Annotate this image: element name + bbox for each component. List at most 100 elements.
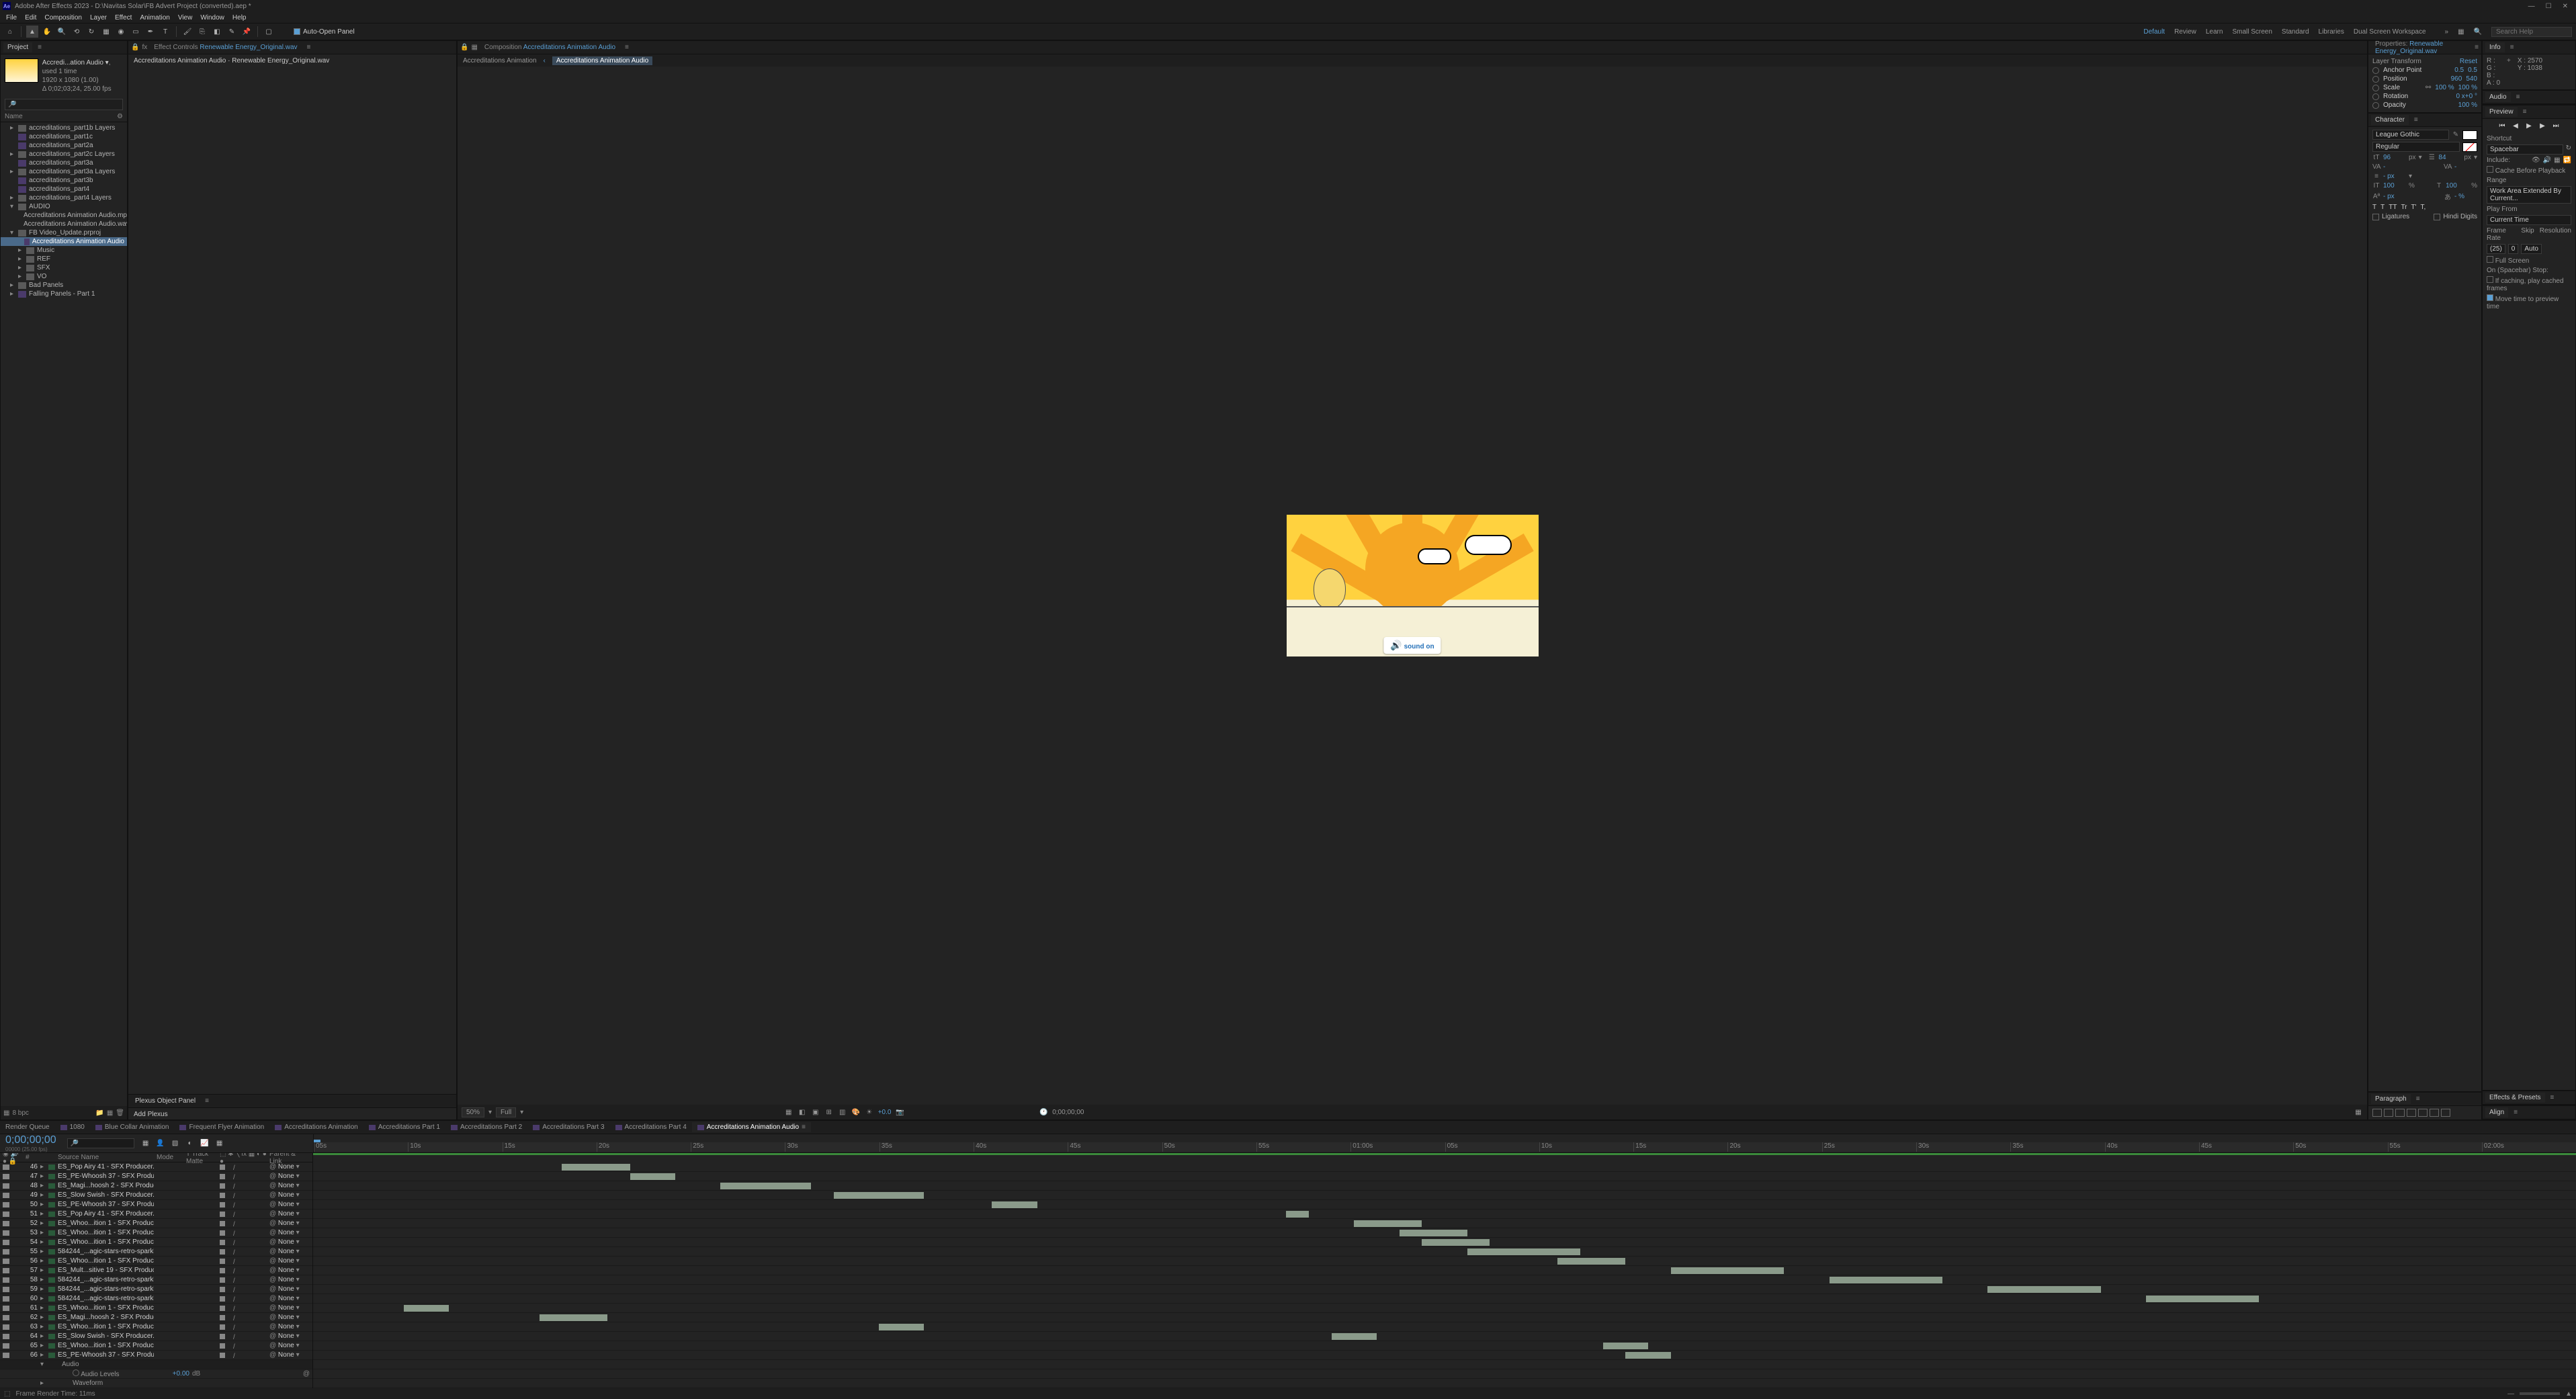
justify-left-icon[interactable] bbox=[2407, 1109, 2416, 1117]
text-transform-button[interactable]: Tr bbox=[2401, 204, 2407, 211]
project-item[interactable]: ▸REF bbox=[1, 255, 127, 263]
workspace-default[interactable]: Default bbox=[2143, 28, 2165, 36]
layer-property-row[interactable]: Audio Levels+0.00 dB@ bbox=[0, 1369, 312, 1379]
timeline-clip[interactable] bbox=[2146, 1296, 2259, 1302]
play-button[interactable]: ▶ bbox=[2524, 122, 2534, 130]
layer-row[interactable]: 46▸ES_Pop Airy 41 - SFX Producer.mp3/@ N… bbox=[0, 1162, 312, 1172]
menu-window[interactable]: Window bbox=[197, 14, 228, 22]
shortcut-dropdown[interactable]: Spacebar bbox=[2487, 144, 2563, 155]
composition-tab[interactable]: Composition Accreditations Animation Aud… bbox=[480, 42, 619, 52]
project-search[interactable] bbox=[5, 99, 123, 110]
audio-toggle-icon[interactable] bbox=[3, 1249, 9, 1255]
viewer-body[interactable]: 🔊 sound on bbox=[458, 67, 2367, 1105]
project-item[interactable]: ▾FB Video_Update.prproj bbox=[1, 228, 127, 237]
project-item[interactable]: accreditations_part3a bbox=[1, 159, 127, 167]
menu-layer[interactable]: Layer bbox=[87, 14, 110, 22]
audio-toggle-icon[interactable] bbox=[3, 1202, 9, 1207]
motion-blur-icon[interactable]: ◐ bbox=[184, 1138, 196, 1150]
menu-view[interactable]: View bbox=[175, 14, 196, 22]
current-time[interactable]: 0;00;00;00 bbox=[1052, 1109, 1084, 1116]
audio-toggle-icon[interactable] bbox=[3, 1353, 9, 1358]
timeline-clip[interactable] bbox=[879, 1324, 924, 1330]
3d-view-icon[interactable]: ▦ bbox=[2354, 1107, 2363, 1117]
puppet-tool[interactable]: 📌 bbox=[241, 26, 253, 38]
timeline-tab[interactable]: Accreditations Part 3 bbox=[527, 1122, 609, 1132]
project-item[interactable]: ▸accreditations_part3a Layers bbox=[1, 167, 127, 176]
project-item[interactable]: ▸accreditations_part4 Layers bbox=[1, 194, 127, 202]
audio-toggle-icon[interactable] bbox=[3, 1343, 9, 1349]
timeline-clip[interactable] bbox=[1422, 1239, 1490, 1246]
menu-file[interactable]: File bbox=[3, 14, 20, 22]
timeline-tab[interactable]: Accreditations Part 2 bbox=[445, 1122, 527, 1132]
audio-toggle-icon[interactable] bbox=[3, 1306, 9, 1311]
comp-thumbnail[interactable] bbox=[5, 58, 38, 83]
clone-tool[interactable]: ⎘ bbox=[196, 26, 208, 38]
layer-row[interactable]: 66▸ES_PE-Whoosh 37 - SFX Producer.mp3/@ … bbox=[0, 1351, 312, 1360]
layer-row[interactable]: 56▸ES_Whoo...ition 1 - SFX Producer.mp3/… bbox=[0, 1257, 312, 1266]
info-tab[interactable]: Info bbox=[2485, 42, 2505, 52]
project-item[interactable]: ▸SFX bbox=[1, 263, 127, 272]
align-left-icon[interactable] bbox=[2372, 1109, 2382, 1117]
menu-help[interactable]: Help bbox=[229, 14, 250, 22]
audio-toggle-icon[interactable] bbox=[3, 1315, 9, 1320]
layer-row[interactable]: 49▸ES_Slow Swish - SFX Producer.mp3/@ No… bbox=[0, 1191, 312, 1200]
graph-editor-icon[interactable]: 📈 bbox=[199, 1138, 211, 1150]
paragraph-tab[interactable]: Paragraph bbox=[2371, 1094, 2411, 1104]
trash-icon[interactable]: 🗑 bbox=[116, 1109, 124, 1117]
lock-icon[interactable]: 🔒 bbox=[460, 44, 468, 51]
layer-property-row[interactable]: ▾Audio bbox=[0, 1360, 312, 1369]
audio-toggle-icon[interactable] bbox=[3, 1221, 9, 1226]
audio-tab[interactable]: Audio bbox=[2485, 92, 2511, 102]
exposure-value[interactable]: +0.0 bbox=[878, 1109, 892, 1116]
minimize-button[interactable]: — bbox=[2528, 3, 2535, 10]
include-audio-icon[interactable]: 🔊 bbox=[2543, 157, 2551, 164]
new-folder-icon[interactable]: 📁 bbox=[95, 1109, 103, 1117]
timeline-tab[interactable]: Frequent Flyer Animation bbox=[174, 1122, 269, 1132]
timeline-clip[interactable] bbox=[404, 1305, 449, 1312]
timeline-tab[interactable]: Accreditations Part 4 bbox=[610, 1122, 692, 1132]
timeline-clip[interactable] bbox=[540, 1314, 607, 1321]
zoom-tool[interactable]: 🔍 bbox=[56, 26, 68, 38]
rotate-tool[interactable]: ↻ bbox=[85, 26, 97, 38]
project-item[interactable]: ▸Music bbox=[1, 246, 127, 255]
project-item[interactable]: ▸Bad Panels bbox=[1, 281, 127, 290]
layer-row[interactable]: 47▸ES_PE-Whoosh 37 - SFX Producer.mp3/@ … bbox=[0, 1172, 312, 1181]
audio-toggle-icon[interactable] bbox=[3, 1164, 9, 1170]
loop-icon[interactable]: 🔁 bbox=[2563, 157, 2571, 164]
timeline-tab[interactable]: Blue Collar Animation bbox=[90, 1122, 175, 1132]
timeline-tab[interactable]: Render Queue bbox=[0, 1122, 55, 1132]
bpc-label[interactable]: 8 bpc bbox=[12, 1109, 28, 1117]
layer-row[interactable]: 52▸ES_Whoo...ition 1 - SFX Producer.mp3/… bbox=[0, 1219, 312, 1228]
skip-dropdown[interactable]: 0 bbox=[2508, 244, 2519, 254]
toggle-switches-icon[interactable]: ⬚ bbox=[4, 1390, 10, 1398]
workspace-learn[interactable]: Learn bbox=[2206, 28, 2223, 36]
hand-tool[interactable]: ✋ bbox=[41, 26, 53, 38]
time-icon[interactable]: 🕐 bbox=[1039, 1107, 1048, 1117]
movetime-checkbox[interactable] bbox=[2487, 294, 2493, 301]
properties-tab[interactable]: Properties: Renewable Energy_Original.wa… bbox=[2371, 39, 2469, 56]
timeline-clip[interactable] bbox=[1467, 1248, 1580, 1255]
text-transform-button[interactable]: T bbox=[2372, 204, 2376, 211]
shape-tool[interactable]: ▭ bbox=[130, 26, 142, 38]
framerate-dropdown[interactable]: (25) bbox=[2487, 244, 2505, 254]
layer-row[interactable]: 59▸584244_...agic-stars-retro-sparkle.wa… bbox=[0, 1285, 312, 1294]
timeline-clip[interactable] bbox=[1830, 1277, 1942, 1283]
audio-toggle-icon[interactable] bbox=[3, 1268, 9, 1273]
include-video-icon[interactable]: 👁 bbox=[2532, 157, 2540, 164]
project-item[interactable]: ▸accreditations_part1b Layers bbox=[1, 124, 127, 132]
last-frame-button[interactable]: ⏭ bbox=[2551, 122, 2561, 130]
time-ruler[interactable]: 05s10s15s20s25s30s35s40s45s50s55s01:00s0… bbox=[314, 1142, 2576, 1152]
eraser-tool[interactable]: ◧ bbox=[211, 26, 223, 38]
stopwatch-icon[interactable] bbox=[2372, 67, 2379, 74]
guides-icon[interactable]: ▥ bbox=[838, 1107, 847, 1117]
search-help-input[interactable] bbox=[2491, 27, 2572, 37]
effects-presets-tab[interactable]: Effects & Presets bbox=[2485, 1093, 2545, 1103]
home-button[interactable]: ⌂ bbox=[4, 26, 16, 38]
text-transform-button[interactable]: T' bbox=[2411, 204, 2417, 211]
layer-property-row[interactable]: ▸Waveform bbox=[0, 1379, 312, 1388]
timeline-clip[interactable] bbox=[562, 1164, 630, 1171]
layer-row[interactable]: 48▸ES_Magi...hoosh 2 - SFX Producer.mp3/… bbox=[0, 1181, 312, 1191]
project-item[interactable]: Accreditations Animation Audio bbox=[1, 237, 127, 246]
nav-prev[interactable]: Accreditations Animation bbox=[463, 57, 537, 65]
brush-tool[interactable]: 🖌 bbox=[181, 26, 194, 38]
